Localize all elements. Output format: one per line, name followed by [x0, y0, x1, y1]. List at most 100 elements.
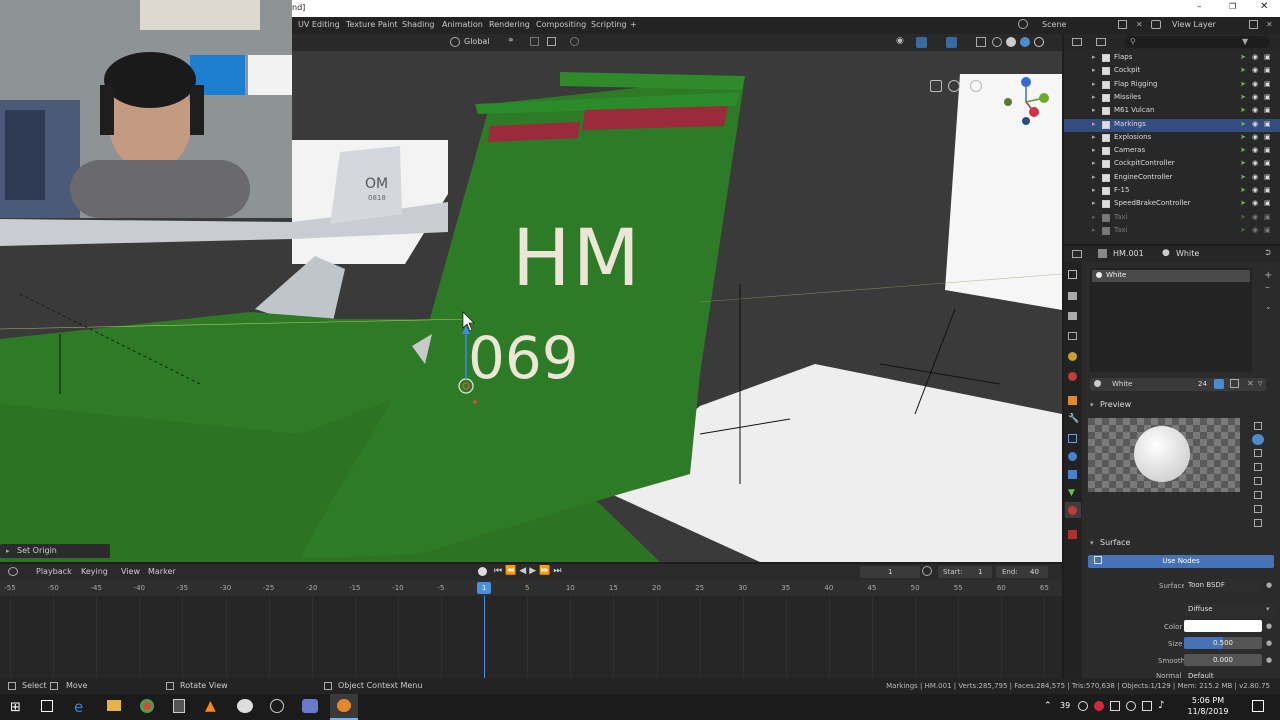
material-browse-icon[interactable] — [1094, 380, 1101, 387]
tray-icon-3[interactable] — [1110, 701, 1120, 711]
expand-arrow-icon[interactable]: ▸ — [1092, 213, 1096, 221]
camera-render-icon[interactable]: ▣ — [1264, 80, 1271, 88]
app-icon-8[interactable] — [270, 699, 284, 713]
view-layer-selector[interactable]: View Layer — [1172, 20, 1216, 29]
camera-render-icon[interactable]: ▣ — [1264, 226, 1271, 234]
calculator-icon[interactable] — [173, 699, 185, 713]
material-slot-item[interactable]: White — [1092, 270, 1250, 282]
camera-render-icon[interactable]: ▣ — [1264, 106, 1271, 114]
select-arrow-icon[interactable]: ➤ — [1240, 159, 1246, 167]
minimize-icon[interactable]: – — [1197, 2, 1202, 12]
gizmo-toggle-icon[interactable] — [916, 37, 927, 48]
select-arrow-icon[interactable]: ➤ — [1240, 226, 1246, 234]
current-frame-field[interactable]: 1 — [860, 566, 920, 578]
tray-icon-1[interactable] — [1078, 701, 1088, 711]
preview-hair-icon[interactable] — [1254, 477, 1262, 485]
properties-panel[interactable]: HM.001 ● White ➲ White + – ⌄ White 24 ✕ … — [1064, 246, 1280, 680]
checkbox-icon[interactable] — [1102, 54, 1110, 62]
fake-user-icon[interactable] — [1214, 379, 1224, 389]
select-arrow-icon[interactable]: ➤ — [1240, 53, 1246, 61]
expand-arrow-icon[interactable]: ▸ — [1092, 66, 1096, 74]
eye-icon[interactable]: ◉ — [1252, 186, 1258, 194]
color-swatch[interactable] — [1184, 620, 1262, 632]
select-arrow-icon[interactable]: ➤ — [1240, 120, 1246, 128]
preview-sphere-icon[interactable] — [1252, 434, 1264, 445]
close-icon[interactable]: ✕ — [1260, 1, 1268, 12]
keying-menu[interactable]: Keying — [81, 567, 108, 576]
eye-icon[interactable]: ◉ — [1252, 120, 1258, 128]
volume-icon[interactable]: ♪ — [1158, 700, 1164, 711]
surface-section-title[interactable]: Surface — [1100, 538, 1130, 547]
view-layer-tab-icon[interactable] — [1068, 332, 1077, 340]
edge-browser-icon[interactable]: e — [74, 698, 83, 716]
eye-icon[interactable]: ◉ — [1252, 133, 1258, 141]
remove-slot-button[interactable]: – — [1265, 282, 1270, 293]
chrome-icon[interactable] — [140, 699, 154, 713]
tab-rendering[interactable]: Rendering — [489, 20, 530, 29]
texture-tab-icon[interactable] — [1068, 530, 1077, 539]
checkbox-icon[interactable] — [1102, 147, 1110, 156]
proportional-edit-icon[interactable] — [570, 37, 579, 46]
wireframe-shading-icon[interactable] — [992, 37, 1002, 47]
display-mode-icon[interactable] — [1096, 38, 1106, 46]
outliner-item[interactable]: ▸ Flap Rigging ➤ ◉ ▣ — [1064, 79, 1280, 92]
timeline-area[interactable]: -55-50-45-40-35-30-25-20-15-10-515101520… — [0, 580, 1062, 678]
select-arrow-icon[interactable]: ➤ — [1240, 199, 1246, 207]
expand-arrow-icon[interactable]: ▸ — [1092, 146, 1096, 154]
outliner-item[interactable]: ▸ EngineController ➤ ◉ ▣ — [1064, 172, 1280, 185]
material-field-name[interactable]: White — [1112, 380, 1132, 388]
discord-icon[interactable] — [302, 699, 318, 713]
start-frame-field[interactable]: Start: 1 — [938, 566, 992, 578]
blender-taskbar-item[interactable] — [330, 694, 358, 720]
eye-icon[interactable]: ◉ — [1252, 213, 1258, 221]
unlink-material-icon[interactable]: ✕ — [1247, 379, 1254, 388]
outliner-item[interactable]: ▸ SpeedBrakeController ➤ ◉ ▣ — [1064, 198, 1280, 211]
outliner-item[interactable]: ▸ CockpitController ➤ ◉ ▣ — [1064, 158, 1280, 171]
expand-arrow-icon[interactable]: ▸ — [1092, 173, 1096, 181]
overlay-toggle-icon[interactable] — [946, 37, 957, 48]
navigation-gizmo[interactable] — [990, 74, 1054, 126]
outliner-item[interactable]: ▸ Markings ➤ ◉ ▣ — [1064, 118, 1280, 132]
outliner-item[interactable]: ▸ Taxi ➤ ◉ ▣ — [1064, 225, 1280, 238]
playback-menu[interactable]: Playback — [36, 567, 72, 576]
preview-cloth-icon[interactable] — [1254, 505, 1262, 513]
checkbox-icon[interactable] — [1102, 160, 1110, 169]
pin-icon[interactable]: ➲ — [1264, 248, 1272, 258]
surface-shader-dropdown[interactable]: Toon BSDF — [1184, 579, 1262, 592]
camera-render-icon[interactable]: ▣ — [1264, 199, 1271, 207]
tool-tab-icon[interactable] — [1068, 270, 1077, 279]
expand-arrow-icon[interactable]: ▸ — [1092, 186, 1096, 194]
file-explorer-icon[interactable] — [107, 700, 121, 711]
camera-render-icon[interactable]: ▣ — [1264, 186, 1271, 194]
smooth-link-icon[interactable]: ● — [1266, 656, 1272, 664]
checkbox-icon[interactable] — [1102, 120, 1110, 129]
tab-scripting[interactable]: Scripting — [591, 20, 627, 29]
expand-arrow-icon[interactable]: ▸ — [1092, 120, 1096, 128]
modifiers-tab-icon[interactable]: 🔧 — [1068, 414, 1079, 424]
properties-editor-icon[interactable] — [1072, 250, 1082, 258]
new-scene-icon[interactable] — [1118, 20, 1127, 29]
orientation-dropdown[interactable]: Global — [464, 37, 490, 46]
browse-node-icon[interactable]: ▿ — [1258, 379, 1263, 389]
filter-icon[interactable]: ▼ — [1242, 37, 1248, 46]
marker-menu[interactable]: Marker — [148, 567, 176, 576]
eye-icon[interactable]: ◉ — [1252, 199, 1258, 207]
add-slot-button[interactable]: + — [1264, 270, 1272, 281]
operator-panel[interactable]: ▸ Set Origin — [0, 544, 110, 558]
playhead[interactable]: 1 — [477, 582, 492, 594]
particles-tab-icon[interactable] — [1068, 434, 1077, 443]
delete-scene-icon[interactable]: ✕ — [1136, 20, 1143, 29]
checkbox-icon[interactable] — [1102, 213, 1110, 222]
rendered-shading-icon[interactable] — [1034, 37, 1044, 47]
eye-icon[interactable]: ◉ — [1252, 106, 1258, 114]
material-shading-icon[interactable] — [1020, 37, 1030, 47]
camera-render-icon[interactable]: ▣ — [1264, 173, 1271, 181]
task-view-icon[interactable] — [41, 700, 53, 712]
expand-arrow-icon[interactable]: ▸ — [1092, 199, 1096, 207]
duplicate-material-icon[interactable] — [1230, 379, 1239, 388]
delete-view-layer-icon[interactable]: ✕ — [1266, 20, 1273, 29]
eye-icon[interactable]: ◉ — [1252, 53, 1258, 61]
use-nodes-button[interactable]: Use Nodes — [1088, 555, 1274, 568]
playback-controls-icon[interactable]: ⏮⏪◀▶⏩⏭ — [494, 566, 564, 576]
solid-shading-icon[interactable] — [1006, 37, 1016, 47]
